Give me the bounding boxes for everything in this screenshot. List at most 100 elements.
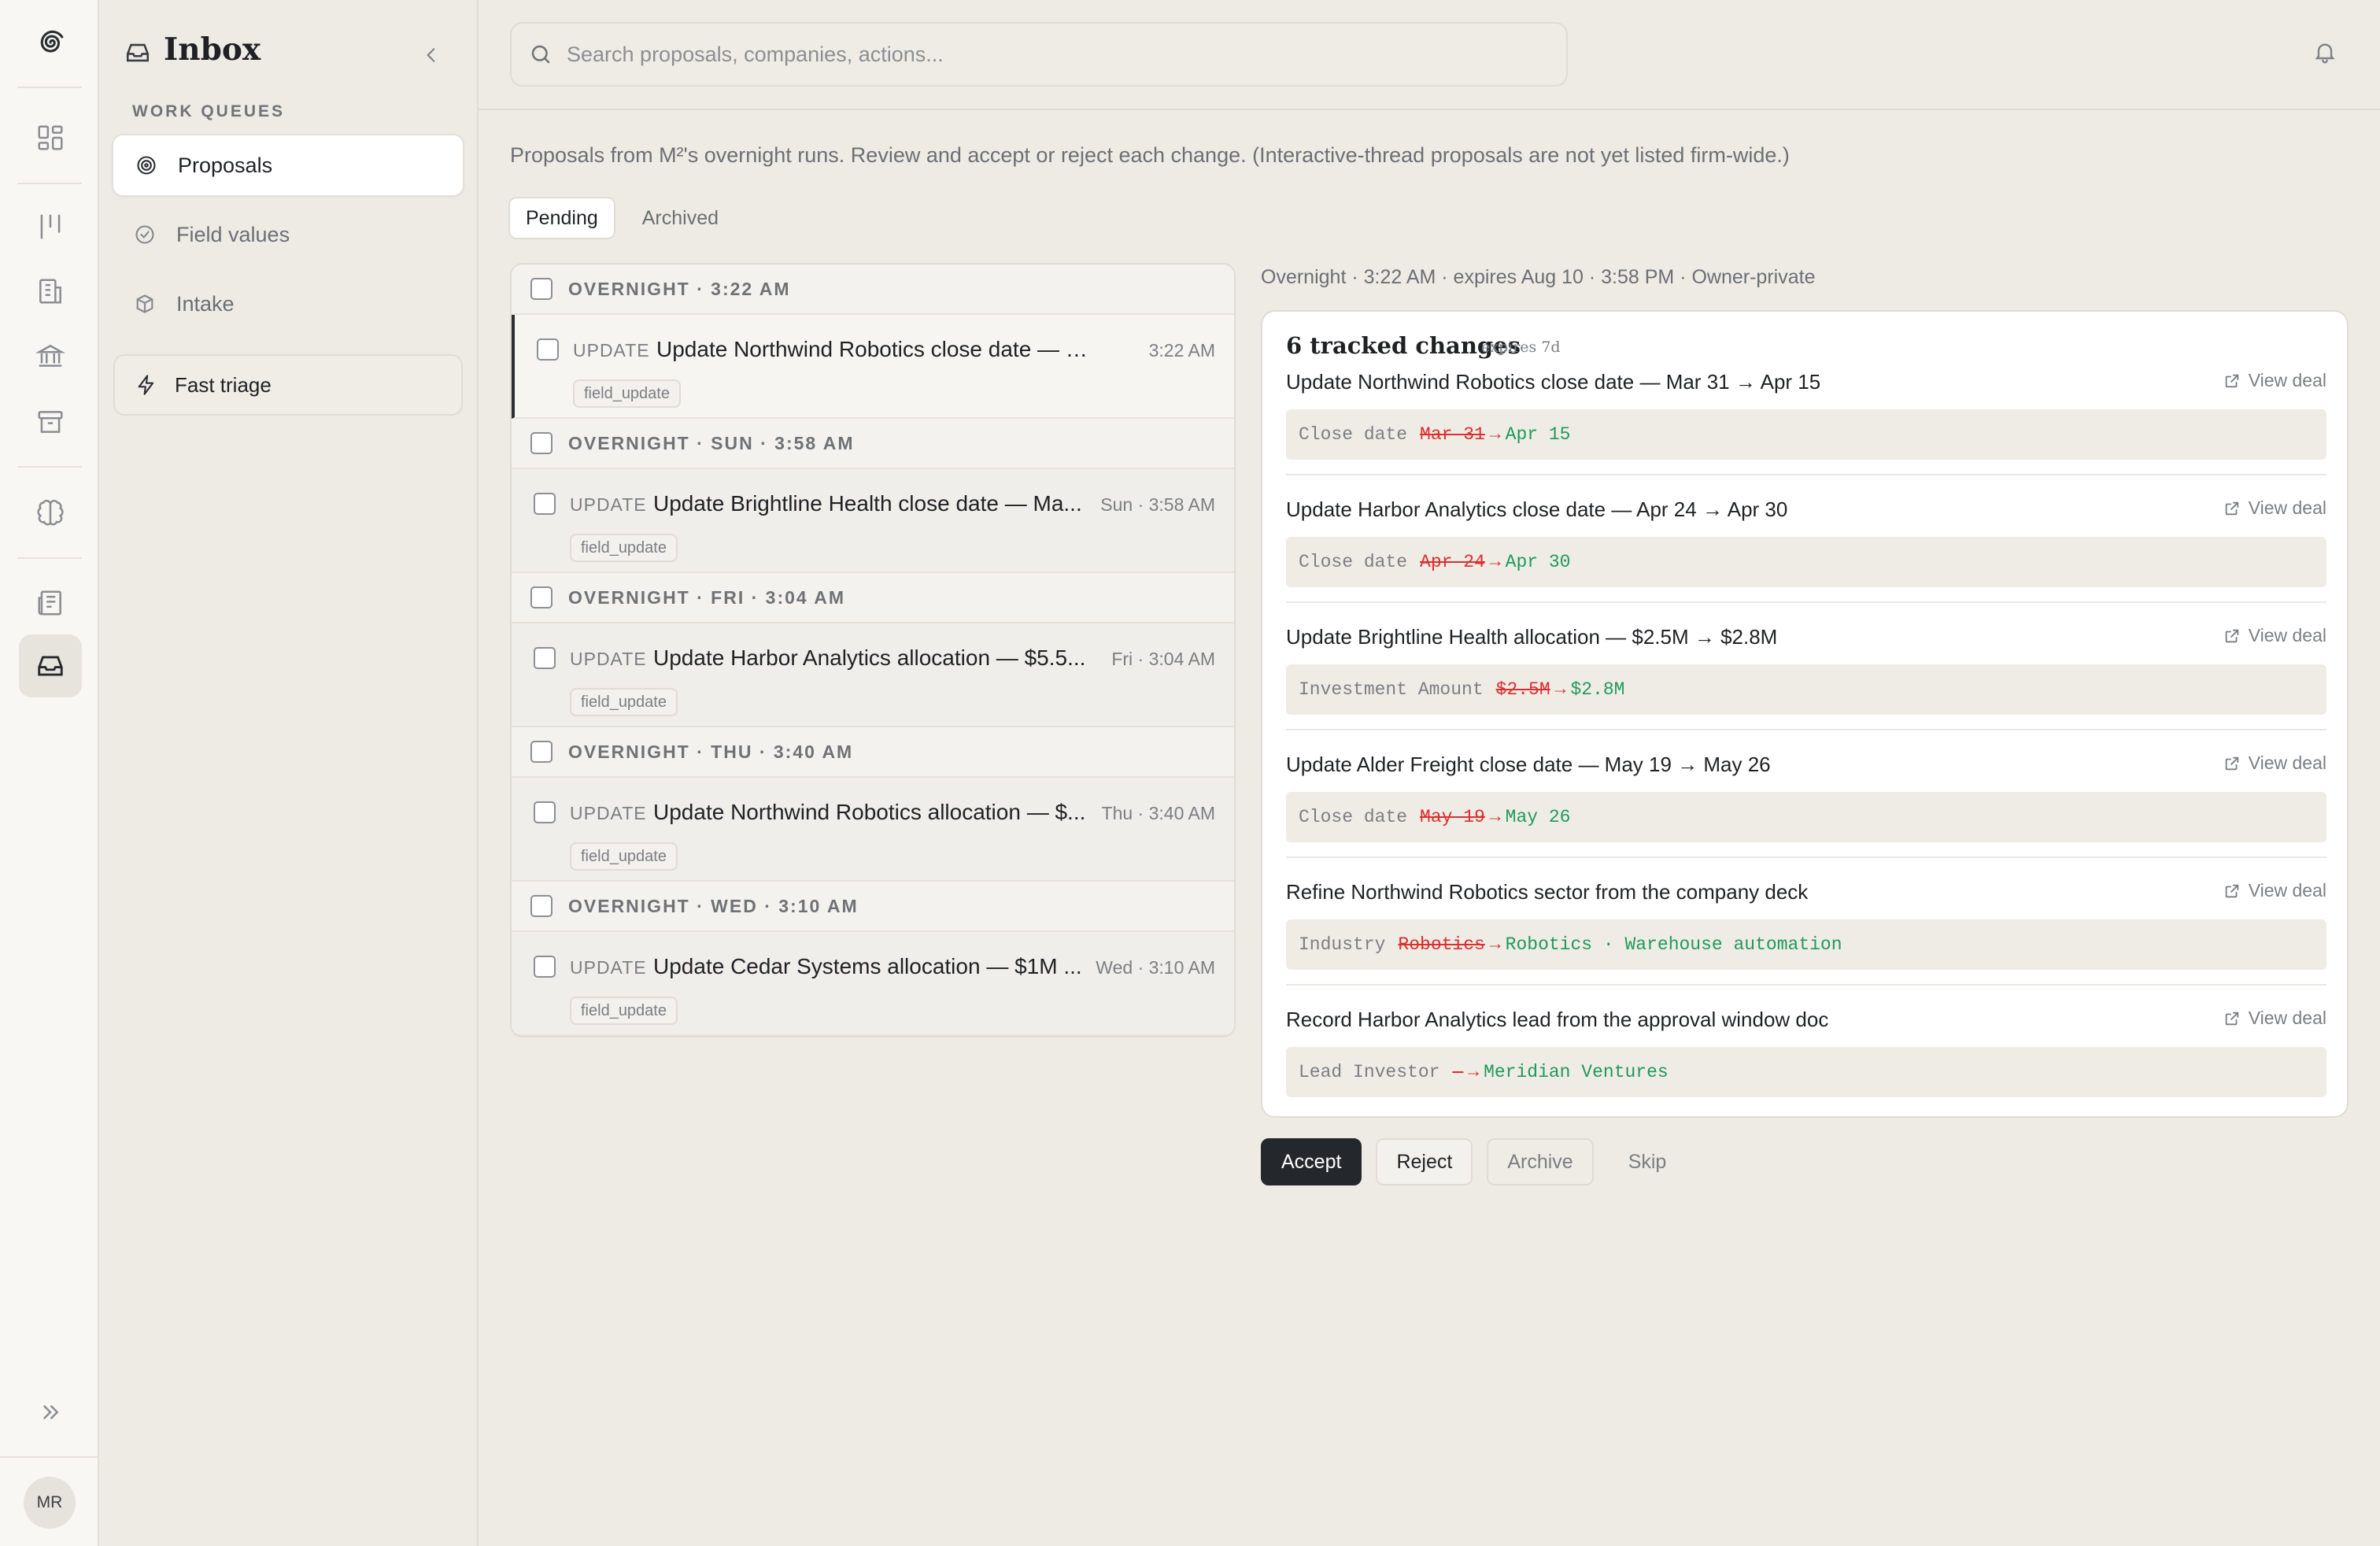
proposal-time: Wed · 3:10 AM	[1096, 957, 1215, 978]
reject-button[interactable]: Reject	[1376, 1138, 1473, 1185]
change-title: Record Harbor Analytics lead from the ap…	[1286, 1008, 1829, 1031]
tracked-changes-card: 6 tracked changes expires 7d Update Nort…	[1261, 310, 2349, 1118]
diff-new-value: Robotics · Warehouse automation	[1505, 934, 1842, 955]
expand-chevrons-icon[interactable]	[19, 1381, 82, 1444]
proposal-kind: UPDATE	[570, 957, 647, 978]
proposal-tag: field_update	[570, 688, 678, 716]
queue-item-intake[interactable]: Intake	[112, 272, 464, 335]
tab-bar: Pending Archived	[508, 197, 734, 239]
view-deal-link[interactable]: View deal	[2223, 753, 2326, 774]
group-select-checkbox[interactable]	[530, 741, 552, 763]
proposal-row[interactable]: UPDATE Update Northwind Robotics allocat…	[512, 778, 1234, 882]
search-box[interactable]	[510, 22, 1568, 87]
bank-icon[interactable]	[19, 324, 82, 387]
diff-field: Close date	[1299, 807, 1408, 827]
change-title: Update Brightline Health allocation — $2…	[1286, 625, 1778, 649]
archive-button[interactable]: Archive	[1487, 1138, 1594, 1185]
expires-badge: expires 7d	[1481, 338, 1561, 356]
proposal-row[interactable]: UPDATE Update Northwind Robotics close d…	[512, 315, 1234, 419]
group-header-label: OVERNIGHT · THU · 3:40 AM	[568, 741, 854, 762]
brain-icon[interactable]	[19, 482, 82, 545]
rail-divider	[17, 557, 82, 559]
proposal-tag: field_update	[570, 997, 678, 1025]
tab-archived[interactable]: Archived	[626, 197, 734, 239]
proposal-tag: field_update	[570, 534, 678, 562]
building-icon[interactable]	[19, 260, 82, 323]
diff-field: Lead Investor	[1299, 1062, 1440, 1082]
group-select-checkbox[interactable]	[530, 586, 552, 608]
diff-field: Industry	[1299, 934, 1386, 955]
proposal-checkbox[interactable]	[534, 647, 556, 669]
view-deal-link[interactable]: View deal	[2223, 1008, 2326, 1029]
diff-arrow: →	[1489, 807, 1501, 827]
rail-divider	[17, 466, 82, 468]
proposal-row[interactable]: UPDATE Update Harbor Analytics allocatio…	[512, 623, 1234, 727]
dashboard-grid-icon[interactable]	[19, 106, 82, 169]
search-input[interactable]	[567, 42, 1511, 67]
group-select-checkbox[interactable]	[530, 432, 552, 454]
group-header: OVERNIGHT · FRI · 3:04 AM	[512, 573, 1234, 623]
newspaper-icon[interactable]	[19, 571, 82, 634]
queue-item-field-values[interactable]: Field values	[112, 203, 464, 266]
spiral-logo-icon[interactable]	[19, 11, 82, 74]
diff-old-value: $2.5M	[1495, 679, 1550, 700]
proposal-checkbox[interactable]	[534, 493, 556, 515]
external-link-icon	[2225, 374, 2238, 387]
proposal-tag: field_update	[573, 379, 681, 408]
work-queue-sidebar: Inbox WORK QUEUES Proposals Field values…	[99, 0, 479, 1546]
diff-arrow: →	[1489, 424, 1501, 445]
change-diff: Investment Amount $2.5M → $2.8M	[1286, 664, 2326, 715]
fast-triage-button[interactable]: Fast triage	[113, 354, 463, 416]
change-item: Update Alder Freight close date — May 19…	[1286, 729, 2326, 856]
group-select-checkbox[interactable]	[530, 895, 552, 917]
diff-old-value: Apr 24	[1420, 552, 1485, 572]
diff-new-value: Apr 15	[1505, 424, 1571, 445]
search-icon	[529, 43, 552, 66]
icon-rail: MR	[0, 0, 99, 1546]
archive-box-icon[interactable]	[19, 390, 82, 453]
proposal-list: OVERNIGHT · 3:22 AM UPDATE Update Northw…	[510, 263, 1236, 1037]
diff-arrow: →	[1489, 934, 1501, 955]
proposal-kind: UPDATE	[570, 649, 647, 669]
collapse-sidebar-button[interactable]	[411, 35, 452, 76]
skip-button[interactable]: Skip	[1608, 1138, 1687, 1185]
avatar[interactable]: MR	[24, 1477, 76, 1529]
external-link-icon	[2225, 629, 2238, 642]
proposal-row[interactable]: UPDATE Update Cedar Systems allocation —…	[512, 932, 1234, 1036]
diff-field: Investment Amount	[1299, 679, 1484, 700]
diff-old-value: —	[1452, 1062, 1464, 1082]
section-label: WORK QUEUES	[132, 102, 286, 120]
bell-icon[interactable]	[2301, 28, 2349, 76]
rail-divider	[17, 183, 82, 184]
queue-item-proposals[interactable]: Proposals	[112, 134, 464, 197]
proposal-title: Update Cedar Systems allocation — $1M ..…	[653, 954, 1082, 978]
check-circle-icon	[132, 222, 157, 247]
group-select-checkbox[interactable]	[530, 278, 552, 300]
diff-new-value: Meridian Ventures	[1484, 1062, 1669, 1082]
tab-pending[interactable]: Pending	[508, 197, 615, 239]
group-header-label: OVERNIGHT · 3:22 AM	[568, 278, 791, 299]
proposal-row[interactable]: UPDATE Update Brightline Health close da…	[512, 469, 1234, 573]
proposal-kind: UPDATE	[570, 803, 647, 823]
external-link-icon	[2225, 884, 2238, 897]
proposal-checkbox[interactable]	[534, 956, 556, 978]
change-item: Record Harbor Analytics lead from the ap…	[1286, 984, 2326, 1111]
kanban-columns-icon[interactable]	[19, 195, 82, 258]
change-title: Update Harbor Analytics close date — Apr…	[1286, 497, 1788, 521]
inbox-icon[interactable]	[19, 634, 82, 697]
view-deal-label: View deal	[2248, 1008, 2326, 1028]
view-deal-link[interactable]: View deal	[2223, 497, 2326, 519]
group-header: OVERNIGHT · WED · 3:10 AM	[512, 882, 1234, 932]
proposal-checkbox[interactable]	[534, 801, 556, 823]
diff-old-value: May 19	[1420, 807, 1485, 827]
change-title: Refine Northwind Robotics sector from th…	[1286, 880, 1809, 904]
view-deal-label: View deal	[2248, 625, 2326, 645]
view-deal-link[interactable]: View deal	[2223, 370, 2326, 391]
external-link-icon	[2225, 501, 2238, 515]
view-deal-link[interactable]: View deal	[2223, 880, 2326, 901]
view-deal-label: View deal	[2248, 753, 2326, 773]
view-deal-link[interactable]: View deal	[2223, 625, 2326, 646]
proposal-checkbox[interactable]	[537, 338, 559, 361]
accept-button[interactable]: Accept	[1261, 1138, 1362, 1185]
box-icon	[132, 291, 157, 316]
